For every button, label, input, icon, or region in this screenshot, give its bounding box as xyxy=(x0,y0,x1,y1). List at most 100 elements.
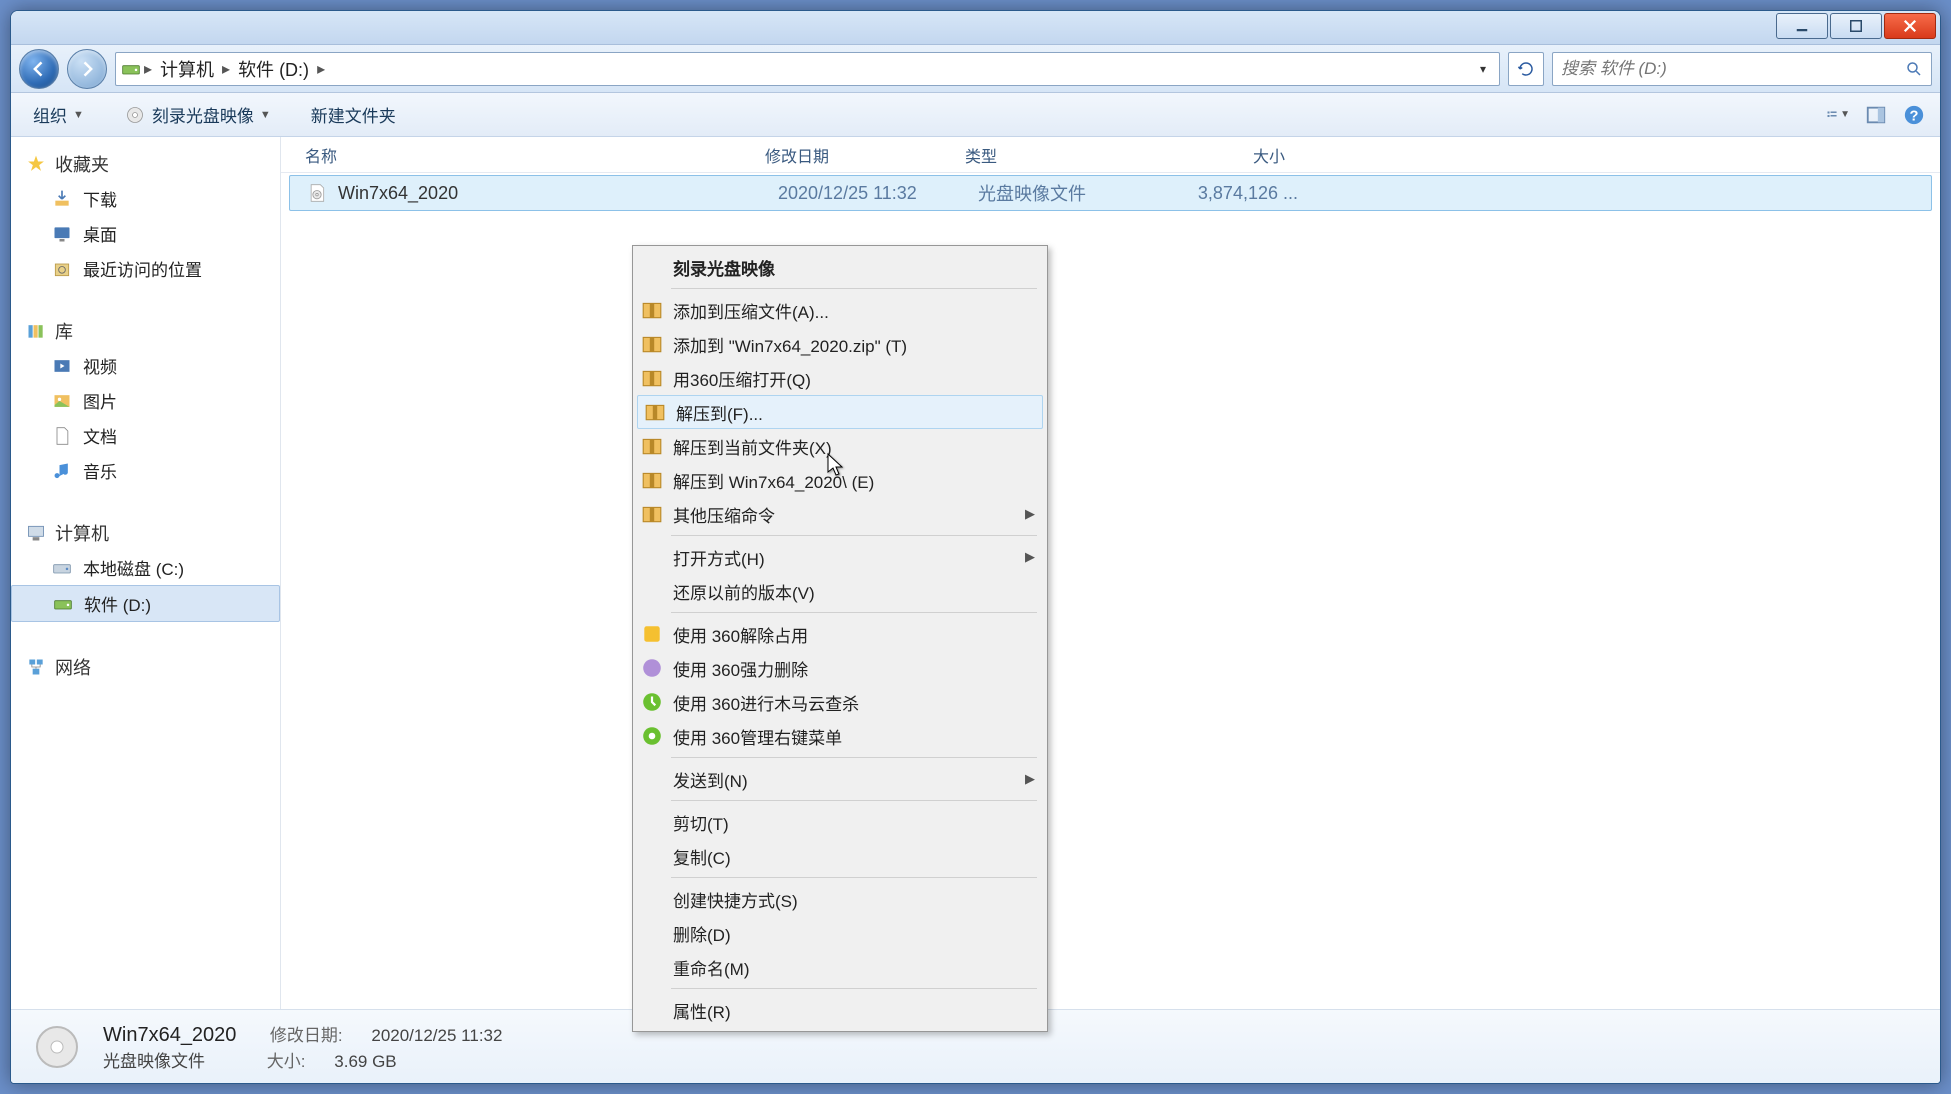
sidebar-desktop[interactable]: 桌面 xyxy=(11,216,280,251)
drive-icon xyxy=(52,593,74,615)
archive-icon xyxy=(641,299,663,321)
picture-icon xyxy=(51,390,73,412)
drive-icon xyxy=(120,58,142,80)
navbar: ▸ 计算机 ▸ 软件 (D:) ▸ ▾ xyxy=(11,45,1940,93)
ctx-delete[interactable]: 删除(D) xyxy=(635,916,1045,950)
music-icon xyxy=(51,460,73,482)
library-icon xyxy=(25,320,47,342)
back-button[interactable] xyxy=(19,49,59,89)
breadcrumb-sep: ▸ xyxy=(220,59,232,79)
ctx-360-unlock[interactable]: 使用 360解除占用 xyxy=(635,617,1045,651)
forward-button[interactable] xyxy=(67,49,107,89)
iso-icon xyxy=(29,1019,85,1075)
col-date[interactable]: 修改日期 xyxy=(765,143,965,167)
toolbar: 组织▼ 刻录光盘映像▼ 新建文件夹 ▼ ? xyxy=(11,93,1940,137)
sidebar-music[interactable]: 音乐 xyxy=(11,453,280,488)
archive-icon xyxy=(644,401,666,423)
breadcrumb-sep: ▸ xyxy=(142,59,154,79)
preview-pane-button[interactable] xyxy=(1864,103,1888,127)
ctx-360-menu[interactable]: 使用 360管理右键菜单 xyxy=(635,719,1045,753)
organize-button[interactable]: 组织▼ xyxy=(25,98,92,131)
ctx-add-zip[interactable]: 添加到 "Win7x64_2020.zip" (T) xyxy=(635,327,1045,361)
archive-icon xyxy=(641,367,663,389)
file-row[interactable]: Win7x64_2020 2020/12/25 11:32 光盘映像文件 3,8… xyxy=(289,175,1932,211)
desktop-icon xyxy=(51,223,73,245)
sidebar-drive-d[interactable]: 软件 (D:) xyxy=(11,585,280,622)
file-type: 光盘映像文件 xyxy=(978,180,1178,206)
file-list: 名称 修改日期 类型 大小 Win7x64_2020 2020/12/25 11… xyxy=(281,137,1940,1009)
ctx-restore-previous[interactable]: 还原以前的版本(V) xyxy=(635,574,1045,608)
drive-icon xyxy=(51,557,73,579)
sidebar-drive-c[interactable]: 本地磁盘 (C:) xyxy=(11,550,280,585)
libraries-header[interactable]: 库 xyxy=(11,314,280,348)
star-icon xyxy=(25,153,47,175)
svg-text:?: ? xyxy=(1910,108,1919,124)
status-filename: Win7x64_2020 xyxy=(103,1024,236,1047)
disc-icon xyxy=(124,104,146,126)
address-dropdown[interactable]: ▾ xyxy=(1471,62,1495,76)
mouse-cursor xyxy=(826,452,846,478)
status-filetype: 光盘映像文件 xyxy=(103,1047,205,1072)
sidebar: 收藏夹 下载 桌面 最近访问的位置 库 视频 图片 文档 音乐 计算机 本地磁盘… xyxy=(11,137,281,1009)
col-type[interactable]: 类型 xyxy=(965,143,1165,167)
burn-image-button[interactable]: 刻录光盘映像▼ xyxy=(116,98,279,131)
maximize-button[interactable] xyxy=(1830,13,1882,39)
sidebar-documents[interactable]: 文档 xyxy=(11,418,280,453)
ctx-create-shortcut[interactable]: 创建快捷方式(S) xyxy=(635,882,1045,916)
network-icon xyxy=(25,656,47,678)
ctx-send-to[interactable]: 发送到(N)▶ xyxy=(635,762,1045,796)
breadcrumb-drive[interactable]: 软件 (D:) xyxy=(232,56,315,82)
new-folder-button[interactable]: 新建文件夹 xyxy=(303,98,404,131)
iso-icon xyxy=(306,182,328,204)
ctx-360-delete[interactable]: 使用 360强力删除 xyxy=(635,651,1045,685)
video-icon xyxy=(51,355,73,377)
file-date: 2020/12/25 11:32 xyxy=(778,183,978,204)
ctx-360-scan[interactable]: 使用 360进行木马云查杀 xyxy=(635,685,1045,719)
network-header[interactable]: 网络 xyxy=(11,650,280,684)
archive-icon xyxy=(641,333,663,355)
ctx-rename[interactable]: 重命名(M) xyxy=(635,950,1045,984)
ctx-cut[interactable]: 剪切(T) xyxy=(635,805,1045,839)
ctx-open-with[interactable]: 打开方式(H)▶ xyxy=(635,540,1045,574)
titlebar xyxy=(11,11,1940,45)
ctx-burn[interactable]: 刻录光盘映像 xyxy=(635,250,1045,284)
search-box[interactable] xyxy=(1552,52,1932,86)
360-icon xyxy=(641,691,663,713)
view-button[interactable]: ▼ xyxy=(1826,103,1850,127)
file-size: 3,874,126 ... xyxy=(1178,183,1318,204)
favorites-header[interactable]: 收藏夹 xyxy=(11,147,280,181)
ctx-copy[interactable]: 复制(C) xyxy=(635,839,1045,873)
ctx-properties[interactable]: 属性(R) xyxy=(635,993,1045,1027)
close-button[interactable] xyxy=(1884,13,1936,39)
help-button[interactable]: ? xyxy=(1902,103,1926,127)
downloads-icon xyxy=(51,188,73,210)
360-icon xyxy=(641,623,663,645)
minimize-button[interactable] xyxy=(1776,13,1828,39)
ctx-other-compress[interactable]: 其他压缩命令▶ xyxy=(635,497,1045,531)
sidebar-videos[interactable]: 视频 xyxy=(11,348,280,383)
computer-header[interactable]: 计算机 xyxy=(11,516,280,550)
col-name[interactable]: 名称 xyxy=(305,143,765,167)
search-icon xyxy=(1905,60,1923,78)
column-headers[interactable]: 名称 修改日期 类型 大小 xyxy=(281,137,1940,173)
file-name: Win7x64_2020 xyxy=(338,183,778,204)
search-input[interactable] xyxy=(1561,59,1905,79)
col-size[interactable]: 大小 xyxy=(1165,143,1305,167)
computer-icon xyxy=(25,522,47,544)
360-icon xyxy=(641,657,663,679)
recent-icon xyxy=(51,258,73,280)
refresh-button[interactable] xyxy=(1508,52,1544,86)
archive-icon xyxy=(641,435,663,457)
context-menu: 刻录光盘映像 添加到压缩文件(A)... 添加到 "Win7x64_2020.z… xyxy=(632,245,1048,1032)
ctx-open-360zip[interactable]: 用360压缩打开(Q) xyxy=(635,361,1045,395)
ctx-extract-to[interactable]: 解压到(F)... xyxy=(637,395,1043,429)
sidebar-pictures[interactable]: 图片 xyxy=(11,383,280,418)
archive-icon xyxy=(641,503,663,525)
360-icon xyxy=(641,725,663,747)
sidebar-downloads[interactable]: 下载 xyxy=(11,181,280,216)
submenu-arrow-icon: ▶ xyxy=(1025,771,1035,787)
ctx-add-archive[interactable]: 添加到压缩文件(A)... xyxy=(635,293,1045,327)
sidebar-recent[interactable]: 最近访问的位置 xyxy=(11,251,280,286)
address-bar[interactable]: ▸ 计算机 ▸ 软件 (D:) ▸ ▾ xyxy=(115,52,1500,86)
breadcrumb-computer[interactable]: 计算机 xyxy=(154,56,220,82)
